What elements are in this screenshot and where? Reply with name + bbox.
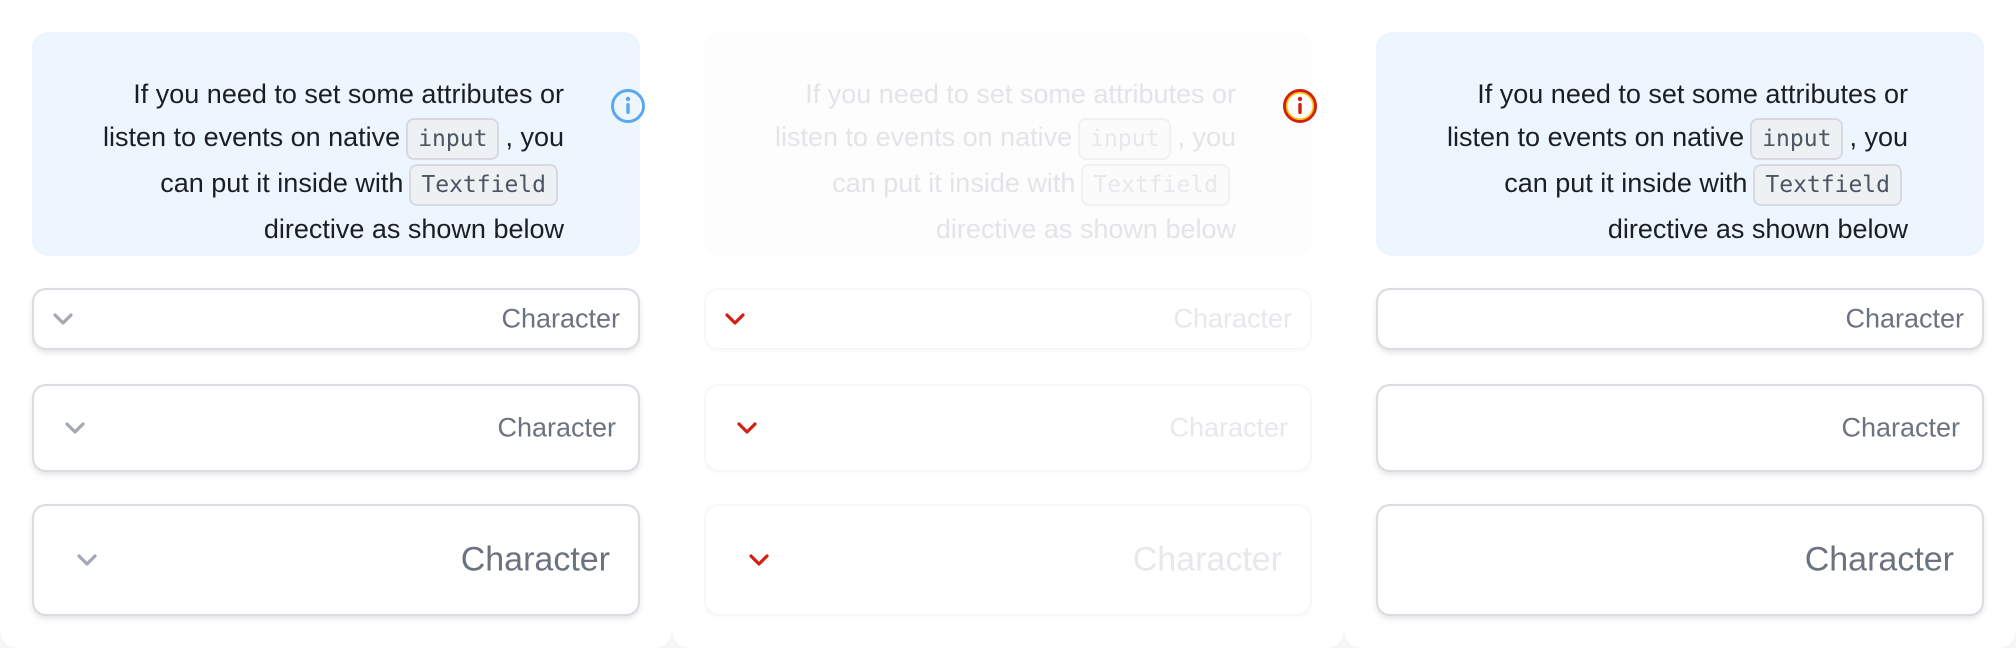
notice-line-3-prefix: can put it inside with bbox=[160, 168, 404, 198]
text-field-large[interactable]: Character bbox=[1376, 504, 1984, 616]
notice-line-2-suffix: , you bbox=[1849, 122, 1908, 152]
text-field-medium[interactable]: Character bbox=[1376, 384, 1984, 472]
info-notice: If you need to set some attributes or li… bbox=[1376, 32, 1984, 256]
code-textfield: Textfield bbox=[1081, 163, 1230, 206]
notice-text: If you need to set some attributes or li… bbox=[44, 74, 564, 252]
panel-disabled: If you need to set some attributes or li… bbox=[672, 0, 1344, 648]
field-label: Character bbox=[1169, 412, 1288, 443]
field-label: Character bbox=[460, 540, 610, 579]
chevron-down-icon[interactable] bbox=[736, 421, 758, 435]
notice-line-2-suffix: , you bbox=[505, 122, 564, 152]
chevron-down-icon[interactable] bbox=[76, 553, 98, 567]
notice-line-1: If you need to set some attributes or bbox=[133, 79, 564, 109]
chevron-down-icon[interactable] bbox=[64, 421, 86, 435]
notice-line-3-prefix: can put it inside with bbox=[832, 168, 1076, 198]
notice-line-1: If you need to set some attributes or bbox=[805, 79, 1236, 109]
notice-line-4: directive as shown below bbox=[935, 214, 1236, 244]
notice-line-1: If you need to set some attributes or bbox=[1477, 79, 1908, 109]
panel-no-icons: If you need to set some attributes or li… bbox=[1344, 0, 2016, 648]
code-textfield: Textfield bbox=[409, 163, 558, 206]
select-field-small[interactable]: Character bbox=[32, 288, 640, 350]
field-label: Character bbox=[1841, 412, 1960, 443]
code-input: input bbox=[1750, 117, 1844, 160]
info-notice: If you need to set some attributes or li… bbox=[32, 32, 645, 256]
notice-text: If you need to set some attributes or li… bbox=[716, 74, 1236, 252]
notice-line-2-prefix: listen to events on native bbox=[1447, 122, 1745, 152]
code-input: input bbox=[1078, 117, 1172, 160]
select-field-medium[interactable]: Character bbox=[704, 384, 1312, 472]
field-label: Character bbox=[501, 303, 620, 334]
notice-line-2-suffix: , you bbox=[1177, 122, 1236, 152]
select-field-medium[interactable]: Character bbox=[32, 384, 640, 472]
chevron-down-icon[interactable] bbox=[52, 312, 74, 326]
info-icon bbox=[1283, 89, 1317, 123]
field-label: Character bbox=[497, 412, 616, 443]
field-label: Character bbox=[1173, 303, 1292, 334]
chevron-down-icon[interactable] bbox=[724, 312, 746, 326]
panel-default: If you need to set some attributes or li… bbox=[0, 0, 672, 648]
info-notice: If you need to set some attributes or li… bbox=[704, 32, 1317, 256]
stage: If you need to set some attributes or li… bbox=[0, 0, 2016, 648]
info-icon bbox=[611, 89, 645, 123]
notice-line-4: directive as shown below bbox=[1607, 214, 1908, 244]
select-field-small[interactable]: Character bbox=[704, 288, 1312, 350]
notice-text: If you need to set some attributes or li… bbox=[1388, 74, 1908, 252]
field-label: Character bbox=[1804, 540, 1954, 579]
field-label: Character bbox=[1845, 303, 1964, 334]
select-field-large[interactable]: Character bbox=[704, 504, 1312, 616]
chevron-down-icon[interactable] bbox=[748, 553, 770, 567]
notice-line-2-prefix: listen to events on native bbox=[775, 122, 1073, 152]
select-field-large[interactable]: Character bbox=[32, 504, 640, 616]
field-label: Character bbox=[1132, 540, 1282, 579]
code-input: input bbox=[406, 117, 500, 160]
code-textfield: Textfield bbox=[1753, 163, 1902, 206]
notice-line-2-prefix: listen to events on native bbox=[103, 122, 401, 152]
notice-line-4: directive as shown below bbox=[263, 214, 564, 244]
notice-line-3-prefix: can put it inside with bbox=[1504, 168, 1748, 198]
text-field-small[interactable]: Character bbox=[1376, 288, 1984, 350]
